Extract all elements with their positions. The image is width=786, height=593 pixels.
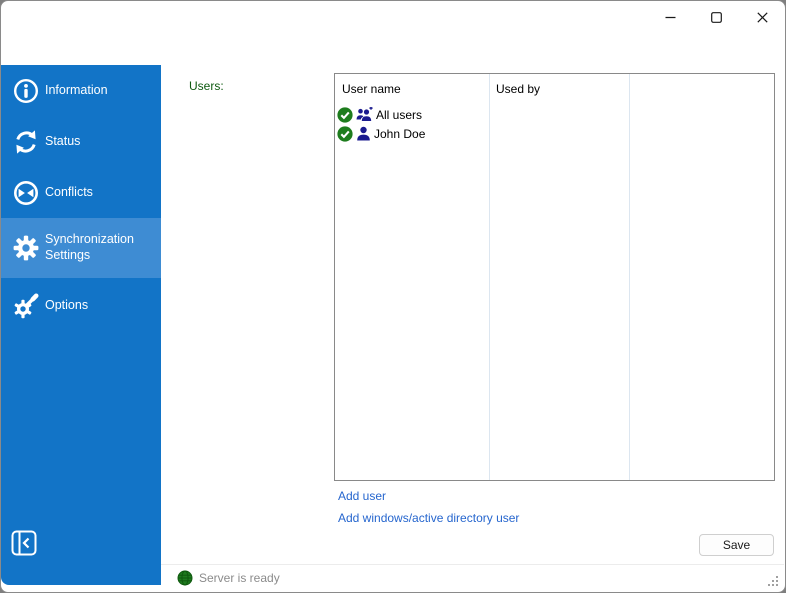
users-table: User name Used by All users John Doe: [334, 73, 775, 481]
table-row-all-users[interactable]: All users: [337, 105, 772, 124]
users-label: Users:: [189, 79, 224, 93]
green-check-icon: [337, 125, 353, 142]
sidebar-item-information[interactable]: Information: [1, 65, 161, 116]
sidebar-item-conflicts[interactable]: Conflicts: [1, 167, 161, 218]
main-content: Users: User name Used by All users John …: [161, 65, 785, 564]
sidebar-item-label: Conflicts: [45, 184, 93, 199]
add-user-link[interactable]: Add user: [338, 489, 386, 503]
sync-icon: [13, 129, 39, 155]
gear-icon: [13, 235, 39, 261]
collapse-sidebar-button[interactable]: [11, 530, 37, 556]
user-name: John Doe: [374, 126, 426, 141]
close-button[interactable]: [739, 1, 785, 33]
app-window: SimpleSYN Information: [0, 0, 786, 593]
green-check-icon: [337, 106, 353, 123]
group-users-icon: [356, 107, 373, 121]
sidebar-item-status[interactable]: Status: [1, 116, 161, 167]
sidebar-item-label: Synchronization Settings: [45, 232, 134, 262]
sidebar-item-options[interactable]: Options: [1, 278, 161, 333]
status-bar: Server is ready: [161, 564, 784, 591]
minimize-button[interactable]: [647, 1, 693, 33]
status-text: Server is ready: [199, 571, 280, 585]
single-user-icon: [357, 126, 370, 141]
maximize-button[interactable]: [693, 1, 739, 33]
resize-grip[interactable]: [767, 574, 779, 586]
conflicts-icon: [13, 180, 39, 206]
titlebar: [1, 1, 785, 33]
sidebar-item-synchronization-settings[interactable]: Synchronization Settings: [1, 218, 161, 278]
sidebar-item-label: Information: [45, 82, 108, 97]
app-header: SimpleSYN: [1, 33, 785, 89]
table-row-john-doe[interactable]: John Doe: [337, 124, 772, 143]
user-name: All users: [376, 107, 423, 122]
column-header-user-name[interactable]: User name: [342, 82, 401, 96]
column-header-used-by[interactable]: Used by: [496, 82, 540, 96]
sidebar-item-label: Status: [45, 133, 81, 148]
maximize-icon: [710, 11, 722, 23]
save-button[interactable]: Save: [699, 534, 774, 556]
sidebar: Information Status Conflicts Synchroniza…: [1, 65, 161, 585]
sidebar-item-label: Options: [45, 297, 89, 312]
globe-icon: [177, 570, 193, 586]
info-icon: [13, 78, 39, 104]
add-windows-active-directory-user-link[interactable]: Add windows/active directory user: [338, 511, 519, 525]
close-icon: [756, 11, 768, 23]
collapse-sidebar-icon: [11, 530, 37, 556]
options-gear-wrench-icon: [13, 292, 39, 319]
minimize-icon: [665, 12, 676, 23]
